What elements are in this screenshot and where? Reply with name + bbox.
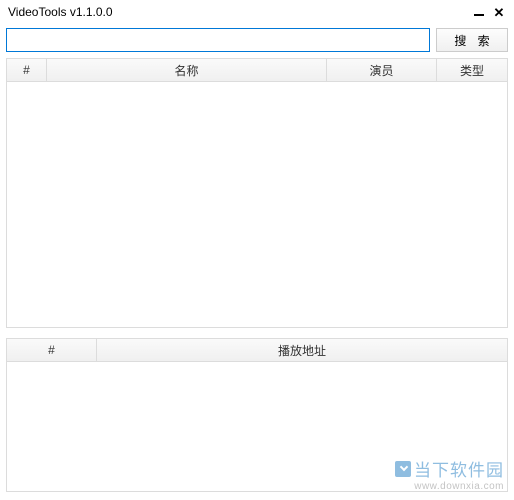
- search-button[interactable]: 搜 索: [436, 28, 508, 52]
- results-table-body[interactable]: [6, 82, 508, 328]
- playurl-table-header: # 播放地址: [6, 338, 508, 362]
- minimize-button[interactable]: [472, 5, 486, 19]
- col-header-name[interactable]: 名称: [47, 59, 327, 81]
- search-input[interactable]: [6, 28, 430, 52]
- col-header-index[interactable]: #: [7, 59, 47, 81]
- window-title: VideoTools v1.1.0.0: [8, 5, 113, 19]
- window-controls: [472, 5, 506, 19]
- col-header-index2[interactable]: #: [7, 339, 97, 361]
- col-header-type[interactable]: 类型: [437, 59, 507, 81]
- close-button[interactable]: [492, 5, 506, 19]
- playurl-table-body[interactable]: [6, 362, 508, 492]
- results-table-header: # 名称 演员 类型: [6, 58, 508, 82]
- titlebar: VideoTools v1.1.0.0: [0, 0, 514, 24]
- col-header-actor[interactable]: 演员: [327, 59, 437, 81]
- col-header-playurl[interactable]: 播放地址: [97, 339, 507, 361]
- search-row: 搜 索: [0, 24, 514, 56]
